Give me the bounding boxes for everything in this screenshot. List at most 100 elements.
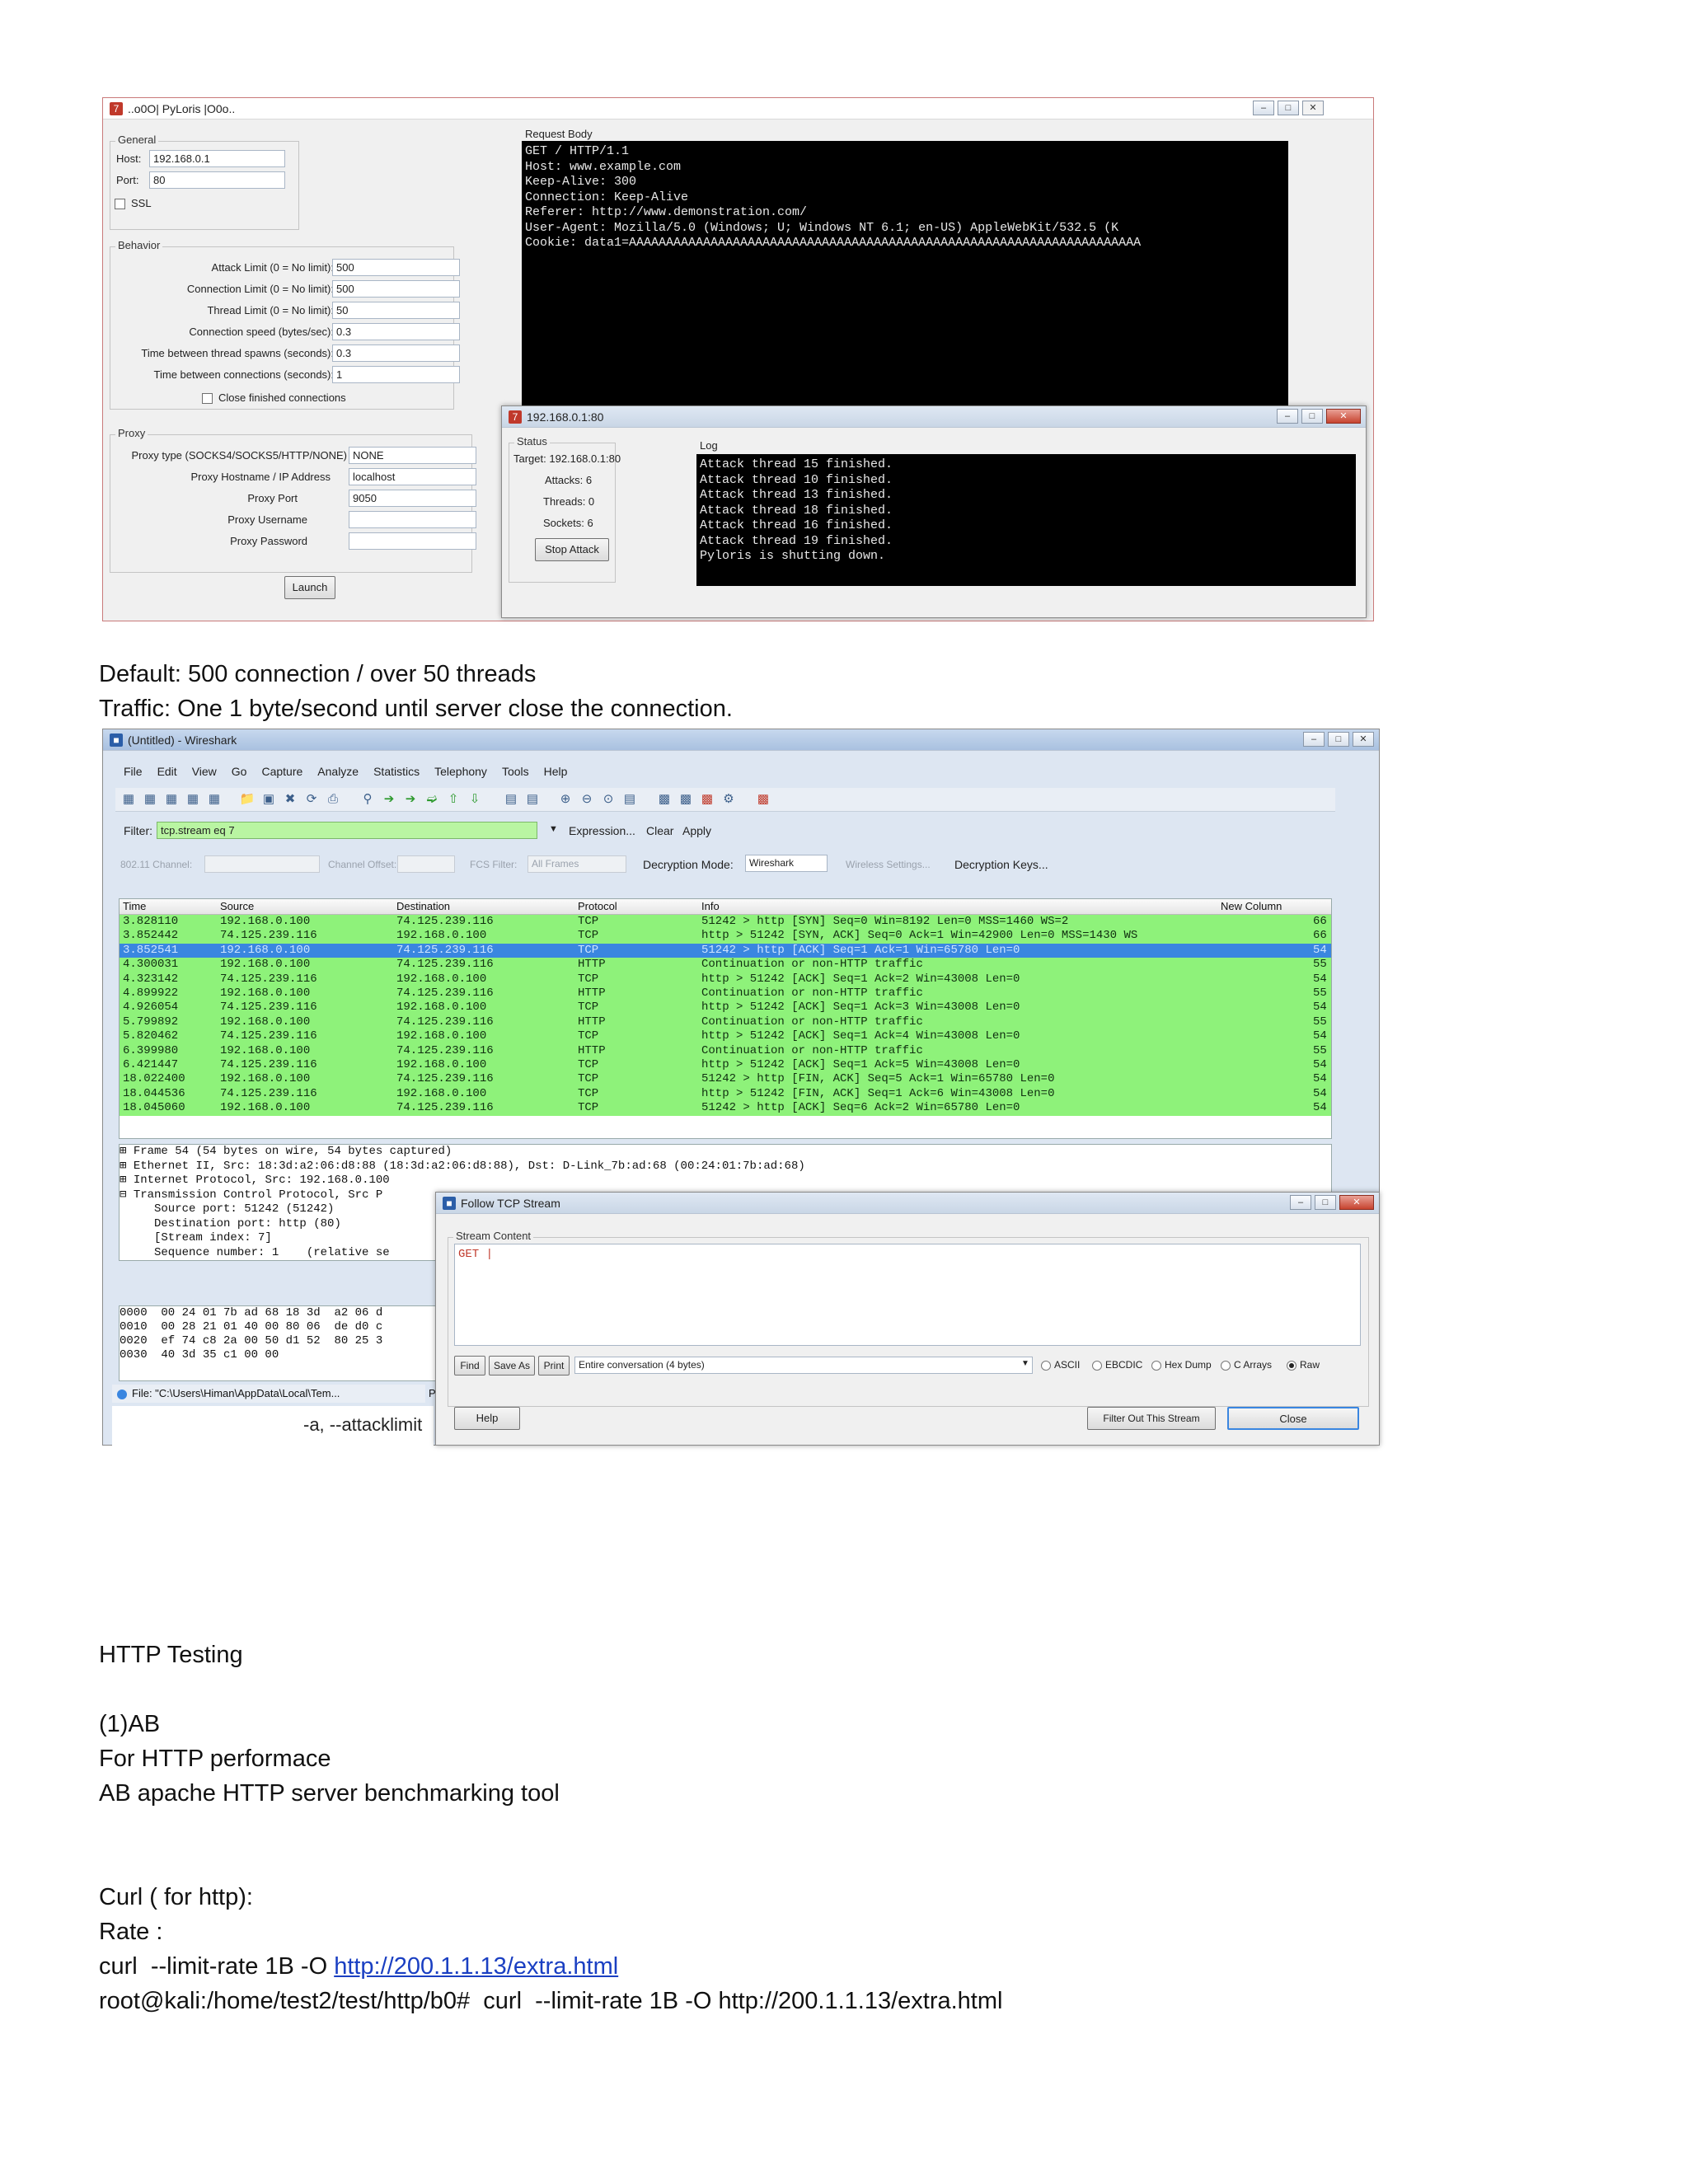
decryption-mode-select[interactable]: Wireshark (745, 855, 828, 872)
help-icon[interactable]: ▩ (755, 791, 771, 808)
port-input[interactable]: 80 (149, 171, 285, 189)
channel-offset-select[interactable] (397, 855, 455, 873)
stop-capture-icon[interactable]: ▦ (185, 791, 201, 808)
attack-close-button[interactable]: ✕ (1326, 409, 1361, 424)
table-row[interactable]: 6.399980 192.168.0.100 74.125.239.116 HTTP C… (120, 1043, 1331, 1058)
save-file-icon[interactable]: ▣ (260, 791, 277, 808)
close-finished-checkbox[interactable] (202, 393, 213, 404)
table-row[interactable]: 4.926054 74.125.239.116 192.168.0.100 TCP ht… (120, 1001, 1331, 1015)
radio-ascii[interactable] (1041, 1361, 1051, 1371)
connection-speed-input[interactable]: 0.3 (332, 323, 460, 340)
table-row[interactable]: 4.899922 192.168.0.100 74.125.239.116 HTTP C… (120, 987, 1331, 1001)
stream-content-text[interactable]: GET | (454, 1244, 1361, 1346)
packet-bytes[interactable]: 0000 00 24 01 7b ad 68 18 3d a2 06 d 001… (119, 1305, 438, 1381)
proxy-username-input[interactable] (349, 511, 476, 528)
col-protocol[interactable]: Protocol (578, 899, 617, 914)
connection-time-input[interactable]: 1 (332, 366, 460, 383)
display-filters-icon[interactable]: ▩ (678, 791, 694, 808)
curl-link[interactable]: http://200.1.1.13/extra.html (334, 1953, 618, 1980)
capture-filters-icon[interactable]: ▩ (656, 791, 673, 808)
open-file-icon[interactable]: 📁 (239, 791, 256, 808)
first-packet-icon[interactable]: ⇧ (445, 791, 462, 808)
menu-go[interactable]: Go (232, 765, 247, 778)
table-row[interactable]: 6.421447 74.125.239.116 192.168.0.100 TCP ht… (120, 1058, 1331, 1073)
radio-raw[interactable] (1287, 1361, 1296, 1371)
col-time[interactable]: Time (123, 899, 146, 914)
colorize-icon[interactable]: ▤ (503, 791, 519, 808)
tcp-maximize-button[interactable]: □ (1315, 1195, 1336, 1210)
host-input[interactable]: 192.168.0.1 (149, 150, 285, 167)
options-icon[interactable]: ▦ (142, 791, 158, 808)
ws-minimize-button[interactable]: – (1303, 732, 1325, 747)
table-row[interactable]: 4.300031 192.168.0.100 74.125.239.116 HTTP C… (120, 958, 1331, 972)
minimize-button[interactable]: – (1253, 101, 1274, 115)
print-icon[interactable]: ⎙ (325, 791, 341, 808)
channel-select[interactable] (204, 855, 320, 873)
go-back-icon[interactable]: ➔ (381, 791, 397, 808)
attack-maximize-button[interactable]: □ (1301, 409, 1323, 424)
last-packet-icon[interactable]: ⇩ (467, 791, 483, 808)
start-capture-icon[interactable]: ▦ (163, 791, 180, 808)
menu-file[interactable]: File (124, 765, 143, 778)
go-to-packet-icon[interactable]: ➫ (424, 791, 440, 808)
go-forward-icon[interactable]: ➔ (402, 791, 419, 808)
help-button[interactable]: Help (454, 1407, 520, 1430)
table-row[interactable]: 18.045060 192.168.0.100 74.125.239.116 TCP 5… (120, 1101, 1331, 1116)
zoom-in-icon[interactable]: ⊕ (557, 791, 574, 808)
reload-icon[interactable]: ⟳ (303, 791, 320, 808)
autoscroll-icon[interactable]: ▤ (524, 791, 541, 808)
filter-dropdown-icon[interactable]: ▼ (549, 824, 558, 834)
table-row[interactable]: 5.799892 192.168.0.100 74.125.239.116 HTTP C… (120, 1015, 1331, 1030)
ws-close-button[interactable]: ✕ (1353, 732, 1374, 747)
conversation-select[interactable]: Entire conversation (4 bytes) (574, 1357, 1033, 1374)
close-button[interactable]: ✕ (1302, 101, 1324, 115)
col-new-column[interactable]: New Column (1221, 899, 1282, 914)
thread-limit-input[interactable]: 50 (332, 302, 460, 319)
table-row[interactable]: 5.820462 74.125.239.116 192.168.0.100 TCP ht… (120, 1029, 1331, 1044)
close-button-tcp[interactable]: Close (1227, 1407, 1359, 1430)
col-info[interactable]: Info (701, 899, 720, 914)
filter-out-stream-button[interactable]: Filter Out This Stream (1087, 1407, 1216, 1430)
wireless-settings-button[interactable]: Wireless Settings... (846, 859, 931, 870)
expression-button[interactable]: Expression... (569, 824, 635, 837)
tcp-minimize-button[interactable]: – (1290, 1195, 1311, 1210)
coloring-rules-icon[interactable]: ▩ (699, 791, 715, 808)
menu-telephony[interactable]: Telephony (434, 765, 487, 778)
interfaces-icon[interactable]: ▦ (120, 791, 137, 808)
menu-edit[interactable]: Edit (157, 765, 177, 778)
attack-limit-input[interactable]: 500 (332, 259, 460, 276)
table-row[interactable]: 4.323142 74.125.239.116 192.168.0.100 TCP ht… (120, 972, 1331, 987)
radio-hex-dump[interactable] (1151, 1361, 1161, 1371)
col-source[interactable]: Source (220, 899, 254, 914)
close-file-icon[interactable]: ✖ (282, 791, 298, 808)
menu-tools[interactable]: Tools (502, 765, 529, 778)
menu-statistics[interactable]: Statistics (373, 765, 420, 778)
table-row[interactable]: 18.044536 74.125.239.116 192.168.0.100 TCP h… (120, 1086, 1331, 1102)
zoom-out-icon[interactable]: ⊖ (579, 791, 595, 808)
conversation-dropdown-icon[interactable]: ▼ (1021, 1359, 1029, 1368)
table-row[interactable]: 3.852541 192.168.0.100 74.125.239.116 TCP 51… (120, 943, 1331, 958)
restart-capture-icon[interactable]: ▦ (206, 791, 223, 808)
launch-button[interactable]: Launch (284, 576, 335, 599)
proxy-port-input[interactable]: 9050 (349, 490, 476, 507)
table-row[interactable]: 18.022400 192.168.0.100 74.125.239.116 TCP 5… (120, 1072, 1331, 1087)
find-button[interactable]: Find (454, 1356, 485, 1376)
zoom-normal-icon[interactable]: ⊙ (600, 791, 617, 808)
menu-help[interactable]: Help (544, 765, 568, 778)
preferences-icon[interactable]: ⚙ (720, 791, 737, 808)
find-packet-icon[interactable]: ⚲ (359, 791, 376, 808)
proxy-type-input[interactable]: NONE (349, 447, 476, 464)
ssl-checkbox[interactable] (115, 199, 125, 209)
connection-limit-input[interactable]: 500 (332, 280, 460, 298)
menu-capture[interactable]: Capture (261, 765, 302, 778)
maximize-button[interactable]: □ (1278, 101, 1299, 115)
tcp-close-icon[interactable]: ✕ (1339, 1195, 1374, 1210)
fcs-filter-select[interactable]: All Frames (528, 855, 626, 873)
menu-view[interactable]: View (192, 765, 217, 778)
request-body-textarea[interactable]: GET / HTTP/1.1 Host: www.example.com Kee… (522, 141, 1288, 413)
proxy-host-input[interactable]: localhost (349, 468, 476, 485)
stop-attack-button[interactable]: Stop Attack (535, 538, 609, 561)
attack-minimize-button[interactable]: – (1277, 409, 1298, 424)
decryption-keys-button[interactable]: Decryption Keys... (954, 858, 1048, 871)
resize-columns-icon[interactable]: ▤ (621, 791, 638, 808)
